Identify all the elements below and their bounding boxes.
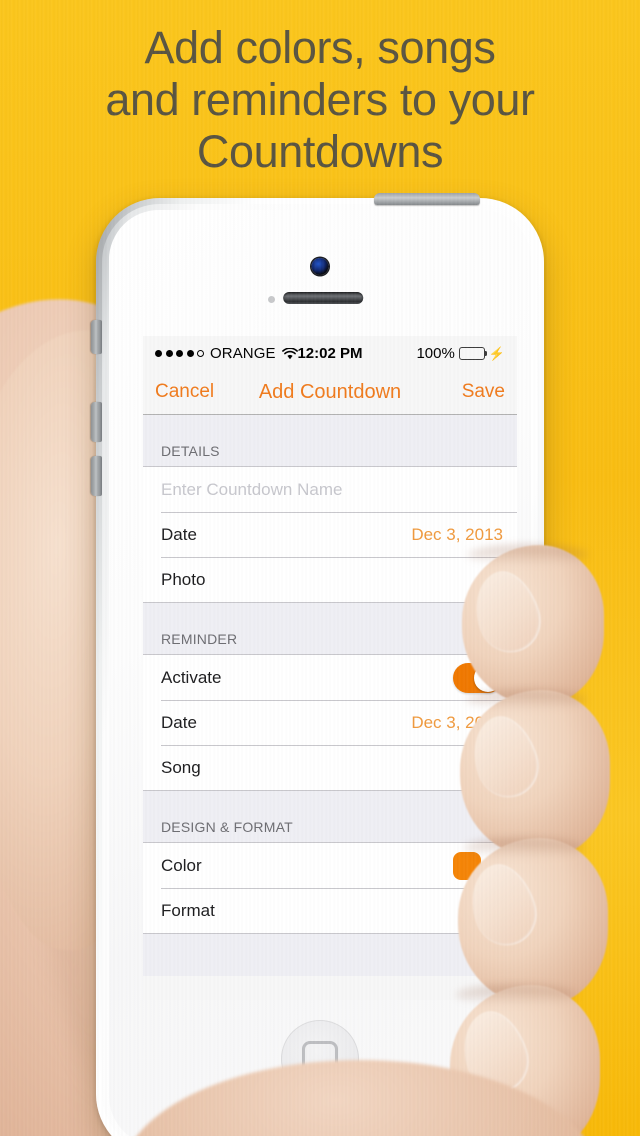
photo-row[interactable]: Photo: [143, 557, 517, 602]
signal-strength-icon: [155, 349, 204, 357]
toggle-knob: [474, 663, 502, 692]
color-swatch[interactable]: [453, 851, 481, 880]
section-header-reminder: REMINDER: [161, 631, 238, 647]
ambient-light-sensor-icon: [268, 296, 275, 303]
screen-bottom-filler: [143, 976, 517, 1000]
reminder-date-value: Dec 3, 2013: [411, 712, 503, 732]
details-date-label: Date: [161, 524, 197, 544]
section-design-cells: Color Format: [143, 842, 517, 934]
promo-screenshot-scene: Add colors, songs and reminders to your …: [0, 0, 640, 1136]
activate-toggle[interactable]: [453, 662, 503, 693]
save-button[interactable]: Save: [462, 381, 505, 403]
chevron-right-icon: [488, 857, 506, 874]
format-row[interactable]: Format: [143, 888, 517, 933]
color-label: Color: [161, 855, 202, 875]
volume-up-button[interactable]: [91, 402, 102, 442]
home-button-glyph: [302, 1041, 338, 1077]
format-label: Format: [161, 900, 215, 920]
navigation-bar: Cancel Add Countdown Save: [143, 370, 517, 415]
countdown-name-input[interactable]: [161, 479, 503, 500]
reminder-date-row[interactable]: Date Dec 3, 2013: [143, 700, 517, 745]
power-button[interactable]: [374, 193, 480, 205]
song-row[interactable]: Song: [143, 745, 517, 790]
color-row[interactable]: Color: [143, 843, 517, 888]
speaker-grille-icon: [283, 292, 364, 304]
details-date-row[interactable]: Date Dec 3, 2013: [143, 512, 517, 557]
page-title: Add colors, songs and reminders to your …: [105, 22, 535, 177]
phone-screen: ORANGE 12:02 PM 100% ⚡ Cancel Add Countd…: [143, 336, 517, 1000]
status-bar-right: 100% ⚡: [416, 345, 505, 362]
status-bar: ORANGE 12:02 PM 100% ⚡: [143, 336, 517, 370]
activate-row[interactable]: Activate: [143, 655, 517, 700]
wifi-icon: [281, 347, 298, 360]
settings-table: DETAILS Date Dec 3, 2013 Photo: [143, 415, 517, 976]
countdown-name-row[interactable]: [143, 467, 517, 512]
section-reminder-cells: Activate Date Dec 3, 2013 Song: [143, 654, 517, 791]
battery-percent-label: 100%: [416, 344, 455, 362]
section-header-design-format: DESIGN & FORMAT: [161, 819, 293, 835]
table-footer-space: [143, 934, 517, 976]
home-button-icon[interactable]: [281, 1020, 359, 1098]
battery-icon: [458, 346, 488, 360]
section-details-cells: Date Dec 3, 2013 Photo: [143, 466, 517, 603]
phone-device: ORANGE 12:02 PM 100% ⚡ Cancel Add Countd…: [91, 193, 544, 1136]
status-bar-left: ORANGE: [155, 345, 298, 362]
phone-front-face: ORANGE 12:02 PM 100% ⚡ Cancel Add Countd…: [109, 210, 531, 1136]
cancel-button[interactable]: Cancel: [155, 381, 214, 403]
volume-down-button[interactable]: [91, 456, 102, 496]
chevron-right-icon: [488, 902, 506, 919]
photo-label: Photo: [161, 569, 206, 589]
camera-icon: [311, 258, 329, 275]
song-label: Song: [161, 757, 201, 777]
bolt-icon: ⚡: [488, 345, 505, 361]
details-date-value: Dec 3, 2013: [411, 524, 503, 544]
carrier-name: ORANGE: [210, 344, 276, 362]
reminder-date-label: Date: [161, 712, 197, 732]
activate-label: Activate: [161, 667, 222, 687]
section-header-details: DETAILS: [161, 443, 220, 459]
silent-switch[interactable]: [91, 320, 102, 354]
